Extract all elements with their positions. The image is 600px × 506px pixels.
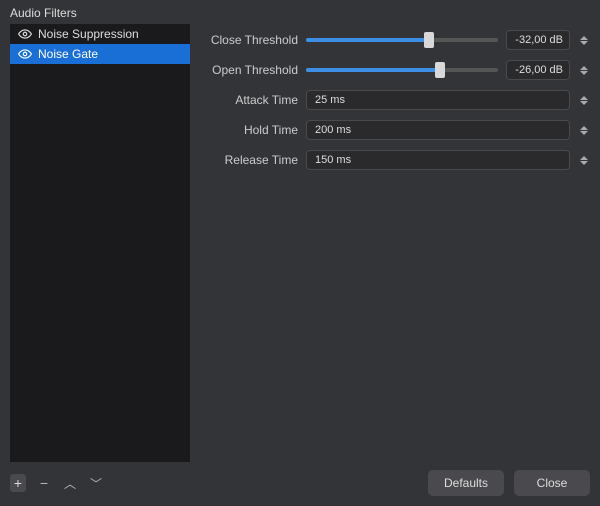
chevron-down-icon[interactable] xyxy=(580,161,588,165)
chevron-up-icon[interactable] xyxy=(580,156,588,160)
attack-time-row: Attack Time 25 ms xyxy=(202,90,590,110)
filter-item-label: Noise Suppression xyxy=(38,27,139,41)
audio-filters-window: Audio Filters Noise Suppression Noise Ga… xyxy=(0,0,600,506)
release-time-input[interactable]: 150 ms xyxy=(306,150,570,170)
footer-bar: + − ︿ ﹀ Defaults Close xyxy=(0,462,600,506)
slider-fill xyxy=(306,38,429,42)
open-threshold-row: Open Threshold -26,00 dB xyxy=(202,60,590,80)
slider-thumb[interactable] xyxy=(435,62,445,78)
filter-list: Noise Suppression Noise Gate xyxy=(10,24,190,462)
slider-fill xyxy=(306,68,440,72)
open-threshold-slider[interactable] xyxy=(306,68,498,72)
filter-toolbar: + − ︿ ﹀ xyxy=(10,475,104,491)
open-threshold-value[interactable]: -26,00 dB xyxy=(506,60,570,80)
chevron-up-icon[interactable] xyxy=(580,126,588,130)
move-up-button[interactable]: ︿ xyxy=(62,475,78,491)
filter-item-noise-gate[interactable]: Noise Gate xyxy=(10,44,190,64)
minus-icon: − xyxy=(40,475,48,491)
param-label: Open Threshold xyxy=(202,63,298,77)
param-label: Hold Time xyxy=(202,123,298,137)
close-threshold-value[interactable]: -32,00 dB xyxy=(506,30,570,50)
close-threshold-slider[interactable] xyxy=(306,38,498,42)
move-down-button[interactable]: ﹀ xyxy=(88,475,104,491)
main-area: Noise Suppression Noise Gate Close Thres… xyxy=(0,24,600,462)
close-button[interactable]: Close xyxy=(514,470,590,496)
release-time-row: Release Time 150 ms xyxy=(202,150,590,170)
chevron-up-icon: ︿ xyxy=(64,475,76,492)
value-stepper[interactable] xyxy=(578,126,590,135)
chevron-down-icon[interactable] xyxy=(580,131,588,135)
hold-time-row: Hold Time 200 ms xyxy=(202,120,590,140)
chevron-up-icon[interactable] xyxy=(580,66,588,70)
remove-filter-button[interactable]: − xyxy=(36,475,52,491)
chevron-down-icon[interactable] xyxy=(580,41,588,45)
chevron-up-icon[interactable] xyxy=(580,96,588,100)
attack-time-input[interactable]: 25 ms xyxy=(306,90,570,110)
filter-sidebar: Noise Suppression Noise Gate xyxy=(10,24,190,462)
value-stepper[interactable] xyxy=(578,36,590,45)
plus-icon: + xyxy=(10,474,26,492)
slider-thumb[interactable] xyxy=(424,32,434,48)
param-label: Attack Time xyxy=(202,93,298,107)
defaults-button[interactable]: Defaults xyxy=(428,470,504,496)
chevron-up-icon[interactable] xyxy=(580,36,588,40)
value-stepper[interactable] xyxy=(578,96,590,105)
hold-time-input[interactable]: 200 ms xyxy=(306,120,570,140)
visibility-icon[interactable] xyxy=(18,27,32,41)
param-label: Release Time xyxy=(202,153,298,167)
chevron-down-icon[interactable] xyxy=(580,71,588,75)
filter-item-noise-suppression[interactable]: Noise Suppression xyxy=(10,24,190,44)
window-title: Audio Filters xyxy=(0,0,600,24)
close-threshold-row: Close Threshold -32,00 dB xyxy=(202,30,590,50)
visibility-icon[interactable] xyxy=(18,47,32,61)
chevron-down-icon[interactable] xyxy=(580,101,588,105)
chevron-down-icon: ﹀ xyxy=(90,475,102,492)
add-filter-button[interactable]: + xyxy=(10,475,26,491)
filter-item-label: Noise Gate xyxy=(38,47,98,61)
value-stepper[interactable] xyxy=(578,66,590,75)
param-label: Close Threshold xyxy=(202,33,298,47)
value-stepper[interactable] xyxy=(578,156,590,165)
filter-settings: Close Threshold -32,00 dB Open Threshold xyxy=(202,24,590,462)
